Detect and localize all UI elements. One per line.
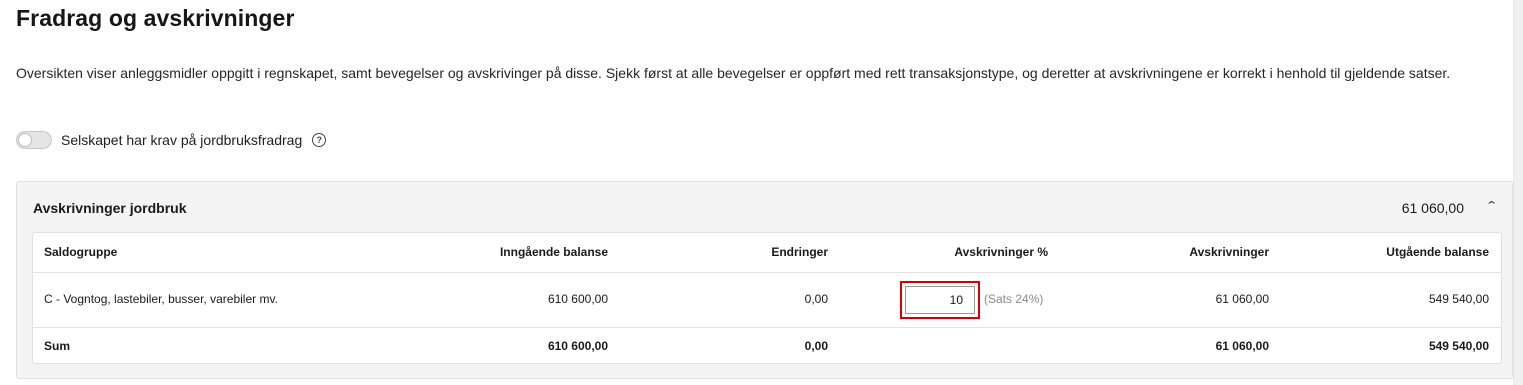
sum-endringer: 0,00: [804, 339, 828, 353]
intro-text: Oversikten viser anleggsmidler oppgitt i…: [16, 65, 1451, 81]
page-title: Fradrag og avskrivninger: [16, 5, 295, 31]
panel-total: 61 060,00: [1401, 200, 1464, 216]
sum-row: Sum 610 600,00 0,00 61 060,00 549 540,00: [33, 328, 1501, 364]
toggle-knob: [18, 133, 32, 147]
panel-title: Avskrivninger jordbruk: [33, 200, 187, 216]
jordbruksfradrag-toggle[interactable]: [16, 131, 52, 149]
toggle-label: Selskapet har krav på jordbruksfradrag: [61, 132, 303, 148]
depreciation-table: Saldogruppe Inngående balanse Endringer …: [32, 232, 1502, 364]
endringer-cell: 0,00: [804, 292, 828, 306]
col-inngaende-balanse: Inngående balanse: [499, 245, 608, 259]
utgaende-cell: 549 540,00: [1428, 292, 1489, 306]
sats-label: (Sats 24%): [984, 292, 1044, 306]
avskrivninger-jordbruk-panel: Avskrivninger jordbruk 61 060,00 ⌃ Saldo…: [16, 181, 1513, 379]
avskrivninger-cell: 61 060,00: [1215, 292, 1269, 306]
inngaende-cell: 610 600,00: [547, 292, 608, 306]
col-avskrivninger: Avskrivninger: [1189, 245, 1269, 259]
col-utgaende-balanse: Utgående balanse: [1386, 245, 1489, 259]
question-circle-icon[interactable]: ?: [312, 133, 327, 147]
col-saldogruppe: Saldogruppe: [44, 245, 118, 259]
page-scrollbar[interactable]: [1513, 0, 1523, 385]
table-row: C - Vogntog, lastebiler, busser, varebil…: [33, 273, 1501, 328]
chevron-up-icon[interactable]: ⌃: [1485, 199, 1498, 212]
highlight-box: [900, 281, 980, 319]
sum-utgaende: 549 540,00: [1428, 339, 1489, 353]
sum-label: Sum: [44, 339, 71, 353]
col-endringer: Endringer: [771, 245, 828, 259]
saldogruppe-cell: C - Vogntog, lastebiler, busser, varebil…: [44, 292, 278, 306]
col-avskrivninger-pct: Avskrivninger %: [954, 245, 1048, 259]
sum-inngaende: 610 600,00: [547, 339, 608, 353]
table-header: Saldogruppe Inngående balanse Endringer …: [33, 233, 1501, 273]
jordbruksfradrag-toggle-row: Selskapet har krav på jordbruksfradrag ?: [16, 130, 327, 150]
sum-avskrivninger: 61 060,00: [1215, 339, 1269, 353]
